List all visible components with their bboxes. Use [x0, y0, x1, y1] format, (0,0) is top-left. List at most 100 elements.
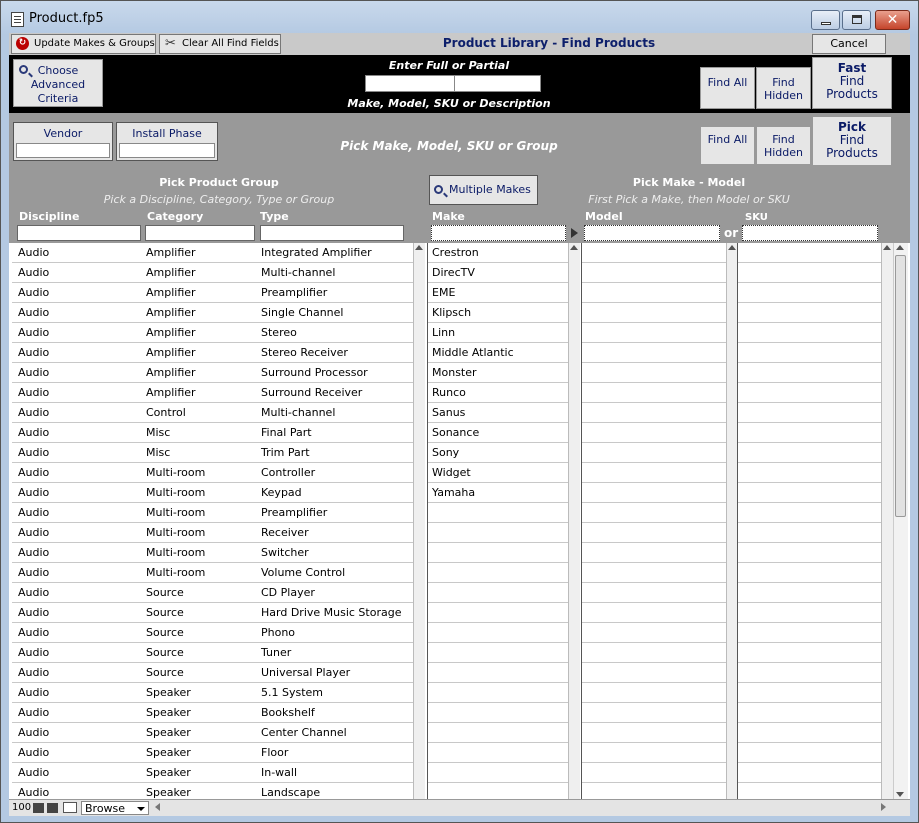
- list-item[interactable]: [582, 363, 727, 383]
- multiple-makes-button[interactable]: Multiple Makes: [429, 175, 538, 205]
- table-row[interactable]: Audio Source Tuner: [12, 643, 413, 663]
- list-item[interactable]: [738, 483, 882, 503]
- list-item[interactable]: [428, 563, 569, 583]
- list-item[interactable]: [582, 383, 727, 403]
- list-item[interactable]: [582, 263, 727, 283]
- list-item[interactable]: [582, 543, 727, 563]
- list-item[interactable]: Sonance: [428, 423, 569, 443]
- close-button[interactable]: ✕: [875, 10, 910, 30]
- list-item[interactable]: Linn: [428, 323, 569, 343]
- list-item[interactable]: [738, 663, 882, 683]
- list-item[interactable]: [738, 243, 882, 263]
- table-row[interactable]: Audio Speaker 5.1 System: [12, 683, 413, 703]
- scroll-right-icon[interactable]: [881, 803, 886, 811]
- maximize-button[interactable]: [842, 10, 871, 30]
- minimize-button[interactable]: [811, 10, 840, 30]
- scroll-down-icon[interactable]: [896, 792, 904, 797]
- vendor-field[interactable]: [16, 143, 110, 158]
- sku-list-scrollbar[interactable]: [881, 243, 893, 799]
- table-row[interactable]: Audio Misc Final Part: [12, 423, 413, 443]
- list-item[interactable]: [738, 383, 882, 403]
- list-item[interactable]: Yamaha: [428, 483, 569, 503]
- table-row[interactable]: Audio Amplifier Stereo: [12, 323, 413, 343]
- list-item[interactable]: [582, 783, 727, 799]
- list-item[interactable]: [738, 423, 882, 443]
- scroll-thumb[interactable]: [895, 255, 906, 517]
- clear-find-fields-button[interactable]: ✂ Clear All Find Fields: [159, 34, 281, 54]
- list-item[interactable]: [582, 763, 727, 783]
- table-row[interactable]: Audio Multi-room Keypad: [12, 483, 413, 503]
- list-item[interactable]: [738, 263, 882, 283]
- table-row[interactable]: Audio Speaker Landscape: [12, 783, 413, 799]
- list-item[interactable]: EME: [428, 283, 569, 303]
- list-item[interactable]: [582, 343, 727, 363]
- list-item[interactable]: [582, 583, 727, 603]
- list-item[interactable]: [582, 503, 727, 523]
- type-input[interactable]: [260, 225, 404, 241]
- table-row[interactable]: Audio Multi-room Volume Control: [12, 563, 413, 583]
- list-item[interactable]: [738, 323, 882, 343]
- list-item[interactable]: [428, 783, 569, 799]
- pick-find-products-button[interactable]: Pick Find Products: [812, 116, 892, 166]
- list-item[interactable]: [738, 363, 882, 383]
- table-row[interactable]: Audio Amplifier Surround Receiver: [12, 383, 413, 403]
- list-item[interactable]: [738, 643, 882, 663]
- discipline-input[interactable]: [17, 225, 141, 241]
- list-item[interactable]: [738, 343, 882, 363]
- list-item[interactable]: [738, 523, 882, 543]
- list-item[interactable]: [582, 743, 727, 763]
- list-item[interactable]: Monster: [428, 363, 569, 383]
- table-row[interactable]: Audio Speaker Bookshelf: [12, 703, 413, 723]
- model-input[interactable]: [584, 225, 720, 241]
- list-item[interactable]: [738, 283, 882, 303]
- list-item[interactable]: Widget: [428, 463, 569, 483]
- list-item[interactable]: [738, 563, 882, 583]
- list-item[interactable]: [582, 483, 727, 503]
- scroll-left-icon[interactable]: [155, 803, 160, 811]
- list-item[interactable]: [428, 703, 569, 723]
- list-item[interactable]: [582, 423, 727, 443]
- list-item[interactable]: [738, 703, 882, 723]
- table-row[interactable]: Audio Multi-room Receiver: [12, 523, 413, 543]
- group-list-scrollbar[interactable]: [413, 243, 425, 799]
- list-item[interactable]: Middle Atlantic: [428, 343, 569, 363]
- list-item[interactable]: Runco: [428, 383, 569, 403]
- list-item[interactable]: [738, 603, 882, 623]
- list-item[interactable]: [428, 663, 569, 683]
- list-item[interactable]: [428, 723, 569, 743]
- category-input[interactable]: [145, 225, 255, 241]
- table-row[interactable]: Audio Source Hard Drive Music Storage: [12, 603, 413, 623]
- scroll-up-icon[interactable]: [896, 245, 904, 250]
- table-row[interactable]: Audio Speaker Floor: [12, 743, 413, 763]
- list-item[interactable]: [582, 523, 727, 543]
- list-item[interactable]: [582, 283, 727, 303]
- install-phase-button[interactable]: Install Phase: [116, 122, 218, 161]
- table-row[interactable]: Audio Amplifier Surround Processor: [12, 363, 413, 383]
- cancel-button[interactable]: Cancel: [812, 34, 886, 54]
- pick-find-hidden-button[interactable]: Find Hidden: [756, 126, 811, 165]
- list-item[interactable]: [582, 723, 727, 743]
- choose-advanced-criteria-button[interactable]: Choose Advanced Criteria: [13, 59, 103, 107]
- list-item[interactable]: Klipsch: [428, 303, 569, 323]
- table-row[interactable]: Audio Source CD Player: [12, 583, 413, 603]
- zoom-out-icon[interactable]: [33, 803, 44, 813]
- zoom-level[interactable]: 100: [12, 802, 31, 813]
- fast-find-input-2[interactable]: [454, 75, 541, 92]
- list-item[interactable]: [428, 543, 569, 563]
- update-makes-groups-button[interactable]: ↻ Update Makes & Groups: [11, 34, 156, 54]
- list-item[interactable]: [428, 643, 569, 663]
- list-item[interactable]: [582, 463, 727, 483]
- list-item[interactable]: [738, 403, 882, 423]
- list-item[interactable]: [582, 243, 727, 263]
- list-item[interactable]: [428, 603, 569, 623]
- table-row[interactable]: Audio Speaker Center Channel: [12, 723, 413, 743]
- product-group-list[interactable]: Audio Amplifier Integrated Amplifier Audio A…: [12, 243, 413, 799]
- list-item[interactable]: [582, 323, 727, 343]
- list-item[interactable]: [738, 783, 882, 799]
- table-row[interactable]: Audio Multi-room Preamplifier: [12, 503, 413, 523]
- sku-input[interactable]: [742, 225, 878, 241]
- list-item[interactable]: [582, 623, 727, 643]
- fast-find-all-button[interactable]: Find All: [700, 67, 755, 109]
- list-item[interactable]: [738, 743, 882, 763]
- list-item[interactable]: [582, 403, 727, 423]
